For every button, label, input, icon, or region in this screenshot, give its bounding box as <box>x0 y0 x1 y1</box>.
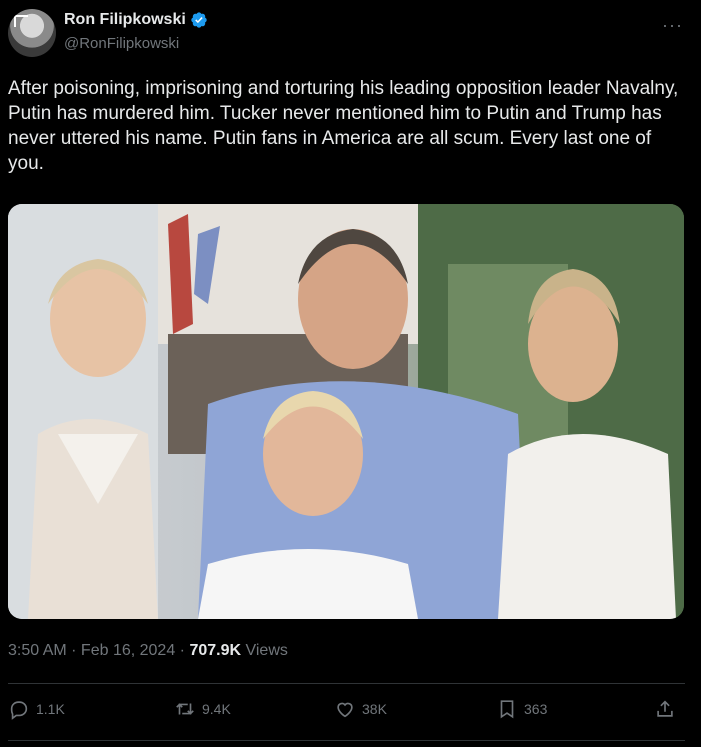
repost-count: 9.4K <box>202 701 231 717</box>
tweet-photo[interactable] <box>8 204 684 619</box>
like-button[interactable]: 38K <box>334 698 387 720</box>
verified-badge-icon <box>191 12 207 28</box>
share-icon <box>657 700 673 717</box>
tweet-time[interactable]: 3:50 AM <box>8 642 67 659</box>
bookmark-icon <box>500 700 514 719</box>
views-label: Views <box>245 642 288 659</box>
display-name[interactable]: Ron Filipkowski <box>64 11 186 29</box>
repost-button[interactable]: 9.4K <box>174 698 231 720</box>
tweet-text: After poisoning, imprisoning and torturi… <box>8 78 679 174</box>
tweet-date[interactable]: Feb 16, 2024 <box>81 642 175 659</box>
action-bar: 1.1K 9.4K 38K 363 <box>8 698 688 726</box>
tweet-header: Ron Filipkowski @RonFilipkowski ··· <box>8 9 701 59</box>
heart-icon <box>337 702 353 718</box>
share-button[interactable] <box>654 698 682 720</box>
name-row: Ron Filipkowski <box>64 11 208 29</box>
avatar[interactable] <box>8 9 56 57</box>
meta-separator: · <box>175 642 190 659</box>
divider <box>8 740 685 741</box>
bookmark-count: 363 <box>524 701 548 717</box>
divider <box>8 683 685 684</box>
tweet-meta: 3:50 AM · Feb 16, 2024 · 707.9K Views <box>8 642 288 660</box>
more-icon[interactable]: ··· <box>662 15 683 36</box>
reply-button[interactable]: 1.1K <box>8 698 65 720</box>
reply-count: 1.1K <box>36 701 65 717</box>
repost-icon <box>176 703 194 715</box>
meta-separator: · <box>66 642 81 659</box>
views-count: 707.9K <box>189 642 242 659</box>
like-count: 38K <box>362 701 387 717</box>
photo-illustration <box>8 204 684 619</box>
bookmark-button[interactable]: 363 <box>496 698 547 720</box>
handle[interactable]: @RonFilipkowski <box>64 35 179 52</box>
reply-icon <box>10 701 28 720</box>
